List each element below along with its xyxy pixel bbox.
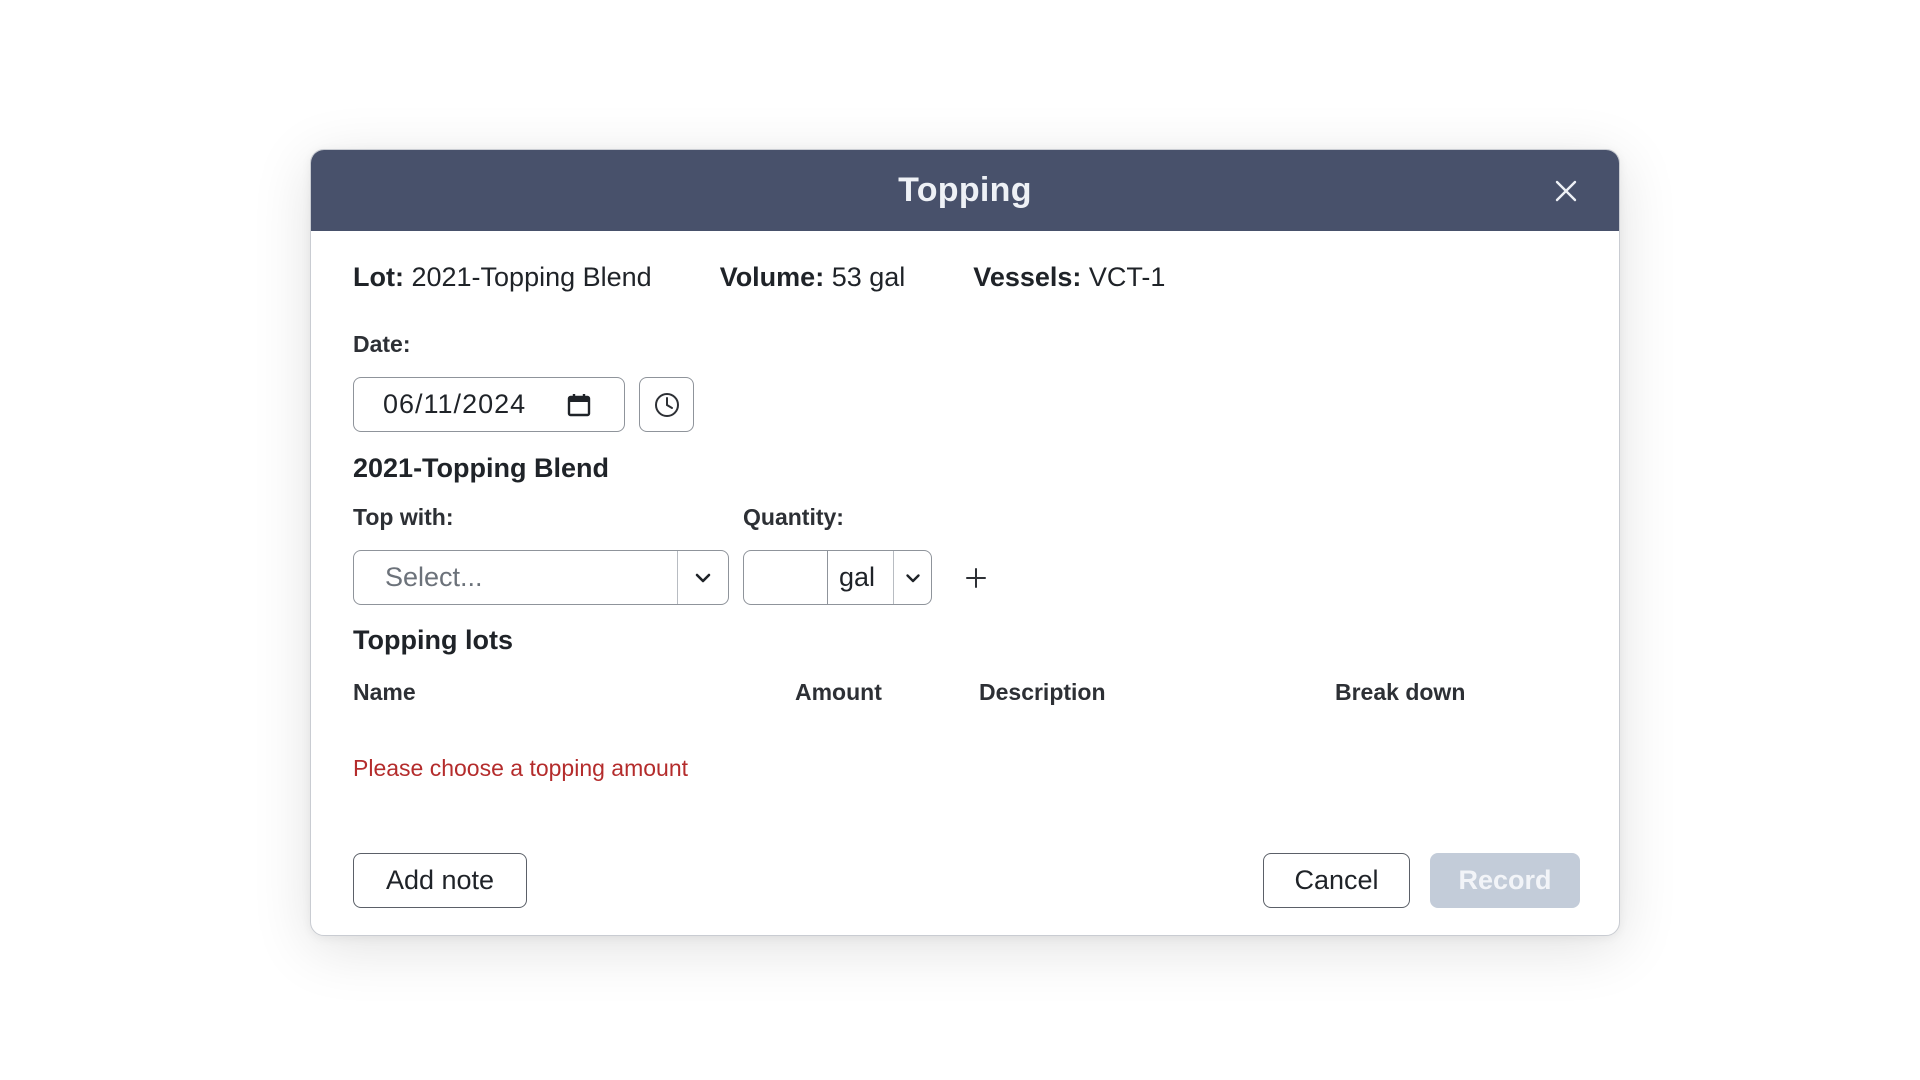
lot-info-row: Lot: 2021-Topping Blend Volume: 53 gal V…	[353, 262, 1233, 293]
close-button[interactable]	[1551, 176, 1581, 206]
lot-section-title: 2021-Topping Blend	[353, 453, 610, 483]
volume-value: 53 gal	[831, 262, 906, 292]
validation-error: Please choose a topping amount	[353, 755, 689, 781]
quantity-unit[interactable]: gal	[828, 562, 893, 593]
date-input[interactable]: 06/11/2024	[353, 377, 625, 432]
topping-modal: Topping Lot: 2021-Topping Blend Volume: …	[310, 149, 1620, 936]
topping-lots-title: Topping lots	[353, 625, 513, 655]
add-note-button[interactable]: Add note	[353, 853, 527, 908]
top-with-placeholder: Select...	[385, 562, 483, 592]
calendar-icon[interactable]	[566, 392, 592, 418]
select-dropdown-toggle[interactable]	[678, 568, 728, 588]
chevron-down-icon	[905, 573, 920, 582]
quantity-input[interactable]	[744, 551, 828, 604]
volume-label: Volume:	[719, 262, 825, 292]
add-topping-button[interactable]	[959, 561, 993, 595]
lot-label: Lot:	[353, 262, 404, 292]
modal-title: Topping	[898, 171, 1032, 209]
column-header-description: Description	[979, 679, 1106, 705]
vessels-info: Vessels: VCT-1	[973, 262, 1165, 293]
column-header-break-down: Break down	[1335, 679, 1466, 705]
lot-value: 2021-Topping Blend	[411, 262, 652, 292]
record-button[interactable]: Record	[1430, 853, 1580, 908]
date-value: 06/11/2024	[383, 389, 527, 419]
quantity-label: Quantity:	[743, 504, 844, 530]
column-header-amount: Amount	[795, 679, 882, 705]
unit-dropdown-toggle[interactable]	[893, 551, 931, 604]
plus-icon	[966, 568, 986, 588]
close-icon	[1555, 180, 1577, 202]
chevron-down-icon	[695, 573, 711, 582]
cancel-button[interactable]: Cancel	[1263, 853, 1410, 908]
time-button[interactable]	[639, 377, 694, 432]
quantity-group: gal	[743, 550, 932, 605]
vessels-value: VCT-1	[1088, 262, 1166, 292]
volume-info: Volume: 53 gal	[720, 262, 906, 293]
modal-header: Topping	[311, 150, 1619, 231]
top-with-select[interactable]: Select...	[353, 550, 729, 605]
column-header-name: Name	[353, 679, 416, 705]
clock-icon	[654, 392, 679, 417]
vessels-label: Vessels:	[973, 262, 1082, 292]
date-label: Date:	[353, 331, 411, 357]
lot-info: Lot: 2021-Topping Blend	[353, 262, 652, 293]
top-with-label: Top with:	[353, 504, 454, 530]
